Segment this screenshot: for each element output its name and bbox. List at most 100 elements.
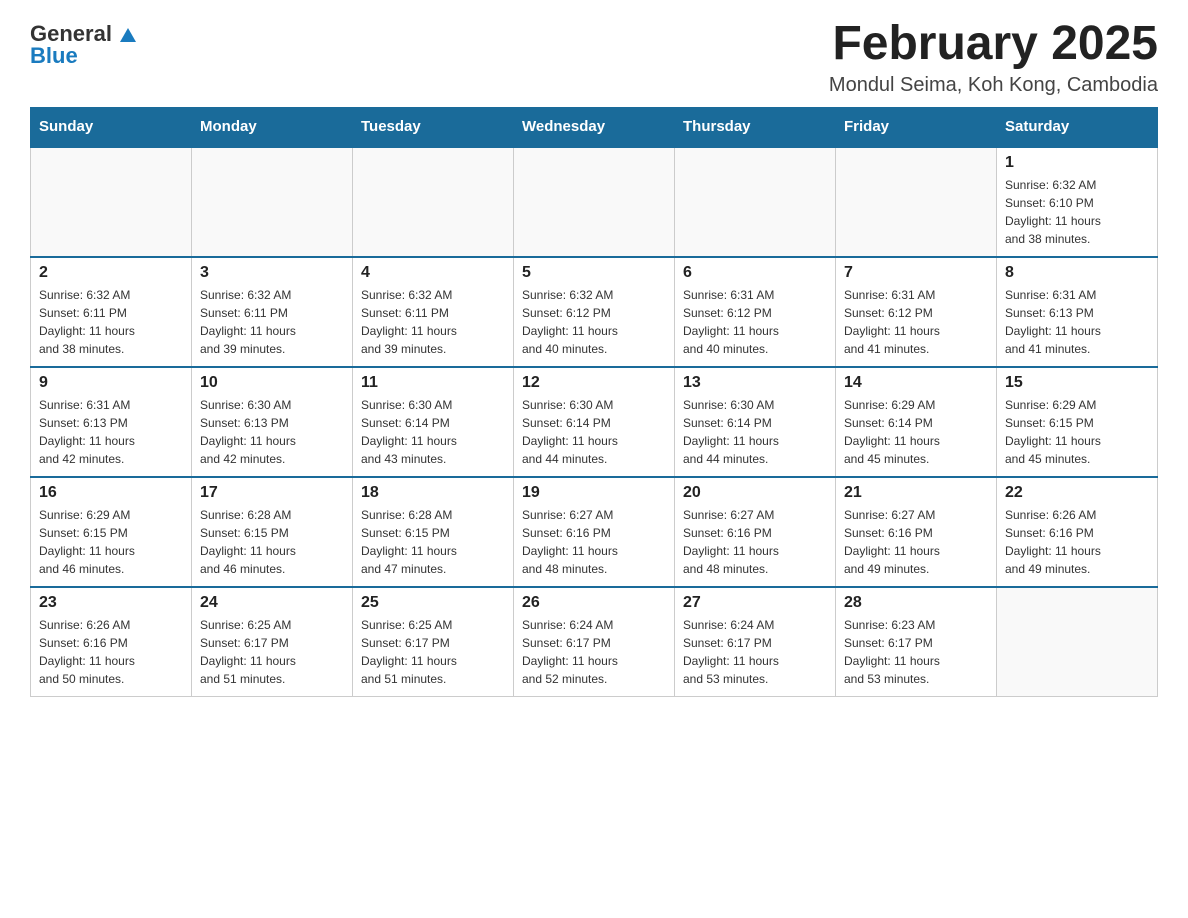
day-number: 11 [361,374,505,392]
day-number: 13 [683,374,827,392]
day-number: 18 [361,484,505,502]
day-info: Sunrise: 6:30 AM Sunset: 6:14 PM Dayligh… [683,396,827,468]
calendar-cell [997,587,1158,697]
calendar-cell: 18 Sunrise: 6:28 AM Sunset: 6:15 PM Dayli… [353,477,514,587]
day-info: Sunrise: 6:27 AM Sunset: 6:16 PM Dayligh… [683,506,827,578]
calendar-cell: 12Sunrise: 6:30 AM Sunset: 6:14 PM Dayli… [514,367,675,477]
calendar-week-row: 16 Sunrise: 6:29 AM Sunset: 6:15 PM Dayli… [31,477,1158,587]
weekday-header-tuesday: Tuesday [353,108,514,147]
calendar-cell: 14 Sunrise: 6:29 AM Sunset: 6:14 PM Dayli… [836,367,997,477]
title-block: February 2025 Mondul Seima, Koh Kong, Ca… [829,20,1158,97]
day-number: 25 [361,594,505,612]
day-info: Sunrise: 6:30 AM Sunset: 6:14 PM Dayligh… [361,396,505,468]
calendar-cell: 1 Sunrise: 6:32 AM Sunset: 6:10 PM Daylig… [997,147,1158,257]
calendar-cell: 16 Sunrise: 6:29 AM Sunset: 6:15 PM Dayli… [31,477,192,587]
day-info: Sunrise: 6:24 AM Sunset: 6:17 PM Dayligh… [683,616,827,688]
calendar-cell: 11 Sunrise: 6:30 AM Sunset: 6:14 PM Dayli… [353,367,514,477]
day-info: Sunrise: 6:23 AM Sunset: 6:17 PM Dayligh… [844,616,988,688]
calendar-cell: 17Sunrise: 6:28 AM Sunset: 6:15 PM Dayli… [192,477,353,587]
day-info: Sunrise: 6:25 AM Sunset: 6:17 PM Dayligh… [200,616,344,688]
day-info: Sunrise: 6:25 AM Sunset: 6:17 PM Dayligh… [361,616,505,688]
weekday-header-sunday: Sunday [31,108,192,147]
day-number: 1 [1005,154,1149,172]
day-info: Sunrise: 6:24 AM Sunset: 6:17 PM Dayligh… [522,616,666,688]
calendar-cell: 25 Sunrise: 6:25 AM Sunset: 6:17 PM Dayli… [353,587,514,697]
day-number: 15 [1005,374,1149,392]
day-number: 6 [683,264,827,282]
day-info: Sunrise: 6:27 AM Sunset: 6:16 PM Dayligh… [522,506,666,578]
day-number: 17 [200,484,344,502]
day-number: 2 [39,264,183,282]
calendar-cell: 8Sunrise: 6:31 AM Sunset: 6:13 PM Daylig… [997,257,1158,367]
calendar-cell: 6 Sunrise: 6:31 AM Sunset: 6:12 PM Daylig… [675,257,836,367]
calendar-cell: 9Sunrise: 6:31 AM Sunset: 6:13 PM Daylig… [31,367,192,477]
day-info: Sunrise: 6:31 AM Sunset: 6:12 PM Dayligh… [683,286,827,358]
calendar-cell [31,147,192,257]
day-number: 14 [844,374,988,392]
calendar-cell: 21 Sunrise: 6:27 AM Sunset: 6:16 PM Dayli… [836,477,997,587]
day-number: 23 [39,594,183,612]
day-number: 5 [522,264,666,282]
page-header: General Blue February 2025 Mondul Seima,… [30,20,1158,97]
weekday-header-saturday: Saturday [997,108,1158,147]
day-info: Sunrise: 6:32 AM Sunset: 6:11 PM Dayligh… [361,286,505,358]
day-number: 27 [683,594,827,612]
calendar-cell: 13 Sunrise: 6:30 AM Sunset: 6:14 PM Dayli… [675,367,836,477]
day-info: Sunrise: 6:26 AM Sunset: 6:16 PM Dayligh… [1005,506,1149,578]
day-info: Sunrise: 6:32 AM Sunset: 6:11 PM Dayligh… [200,286,344,358]
day-info: Sunrise: 6:28 AM Sunset: 6:15 PM Dayligh… [361,506,505,578]
calendar-cell: 24Sunrise: 6:25 AM Sunset: 6:17 PM Dayli… [192,587,353,697]
day-number: 16 [39,484,183,502]
day-info: Sunrise: 6:30 AM Sunset: 6:13 PM Dayligh… [200,396,344,468]
day-info: Sunrise: 6:27 AM Sunset: 6:16 PM Dayligh… [844,506,988,578]
calendar-cell [353,147,514,257]
day-info: Sunrise: 6:29 AM Sunset: 6:14 PM Dayligh… [844,396,988,468]
day-info: Sunrise: 6:32 AM Sunset: 6:10 PM Dayligh… [1005,176,1149,248]
calendar-cell: 3 Sunrise: 6:32 AM Sunset: 6:11 PM Daylig… [192,257,353,367]
location-title: Mondul Seima, Koh Kong, Cambodia [829,74,1158,97]
calendar-week-row: 23 Sunrise: 6:26 AM Sunset: 6:16 PM Dayli… [31,587,1158,697]
day-info: Sunrise: 6:29 AM Sunset: 6:15 PM Dayligh… [39,506,183,578]
calendar-cell: 23 Sunrise: 6:26 AM Sunset: 6:16 PM Dayli… [31,587,192,697]
day-number: 28 [844,594,988,612]
calendar-cell: 4 Sunrise: 6:32 AM Sunset: 6:11 PM Daylig… [353,257,514,367]
calendar-cell: 15 Sunrise: 6:29 AM Sunset: 6:15 PM Dayli… [997,367,1158,477]
weekday-header-thursday: Thursday [675,108,836,147]
day-info: Sunrise: 6:32 AM Sunset: 6:11 PM Dayligh… [39,286,183,358]
calendar-cell [675,147,836,257]
day-info: Sunrise: 6:29 AM Sunset: 6:15 PM Dayligh… [1005,396,1149,468]
calendar-cell: 2 Sunrise: 6:32 AM Sunset: 6:11 PM Daylig… [31,257,192,367]
calendar-cell: 5 Sunrise: 6:32 AM Sunset: 6:12 PM Daylig… [514,257,675,367]
day-number: 26 [522,594,666,612]
weekday-header-monday: Monday [192,108,353,147]
day-number: 21 [844,484,988,502]
calendar-cell: 28 Sunrise: 6:23 AM Sunset: 6:17 PM Dayli… [836,587,997,697]
calendar-week-row: 2 Sunrise: 6:32 AM Sunset: 6:11 PM Daylig… [31,257,1158,367]
logo-icon [114,20,142,48]
calendar-cell: 22 Sunrise: 6:26 AM Sunset: 6:16 PM Dayli… [997,477,1158,587]
calendar-table: SundayMondayTuesdayWednesdayThursdayFrid… [30,107,1158,697]
day-info: Sunrise: 6:30 AM Sunset: 6:14 PM Dayligh… [522,396,666,468]
calendar-cell: 19 Sunrise: 6:27 AM Sunset: 6:16 PM Dayli… [514,477,675,587]
day-number: 10 [200,374,344,392]
day-info: Sunrise: 6:26 AM Sunset: 6:16 PM Dayligh… [39,616,183,688]
day-number: 20 [683,484,827,502]
day-number: 4 [361,264,505,282]
day-number: 22 [1005,484,1149,502]
calendar-cell [192,147,353,257]
day-number: 3 [200,264,344,282]
calendar-week-row: 9Sunrise: 6:31 AM Sunset: 6:13 PM Daylig… [31,367,1158,477]
logo: General Blue [30,20,142,68]
day-number: 9 [39,374,183,392]
logo-blue: Blue [30,43,78,68]
calendar-cell: 20 Sunrise: 6:27 AM Sunset: 6:16 PM Dayli… [675,477,836,587]
month-title: February 2025 [829,20,1158,68]
calendar-cell [836,147,997,257]
calendar-cell [514,147,675,257]
weekday-header-row: SundayMondayTuesdayWednesdayThursdayFrid… [31,108,1158,147]
day-number: 8 [1005,264,1149,282]
weekday-header-friday: Friday [836,108,997,147]
calendar-cell: 27 Sunrise: 6:24 AM Sunset: 6:17 PM Dayli… [675,587,836,697]
day-info: Sunrise: 6:32 AM Sunset: 6:12 PM Dayligh… [522,286,666,358]
day-number: 19 [522,484,666,502]
